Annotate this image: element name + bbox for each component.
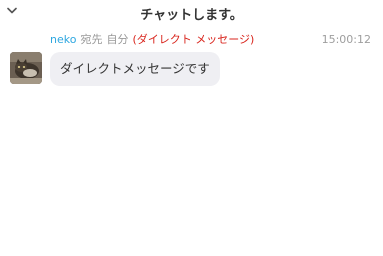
chat-header: チャットします。 (0, 0, 383, 26)
message-meta: neko 宛先 自分 (ダイレクト メッセージ) 15:00:12 (50, 32, 371, 48)
direct-message-tag: (ダイレクト メッセージ) (132, 33, 255, 46)
chat-title: チャットします。 (140, 8, 243, 23)
avatar[interactable] (10, 52, 42, 84)
message-time: 15:00:12 (321, 33, 371, 46)
message-bubble: ダイレクトメッセージです (50, 52, 220, 86)
recipient-name: 自分 (106, 33, 129, 46)
message-item: neko 宛先 自分 (ダイレクト メッセージ) 15:00:12 ダイレクトメッセー… (0, 28, 383, 92)
to-label: 宛先 (80, 33, 103, 46)
sender-name[interactable]: neko (50, 33, 76, 46)
chat-panel: チャットします。 neko 宛先 自分 (ダイレクト メッセージ) 15:00:12 … (0, 0, 383, 256)
